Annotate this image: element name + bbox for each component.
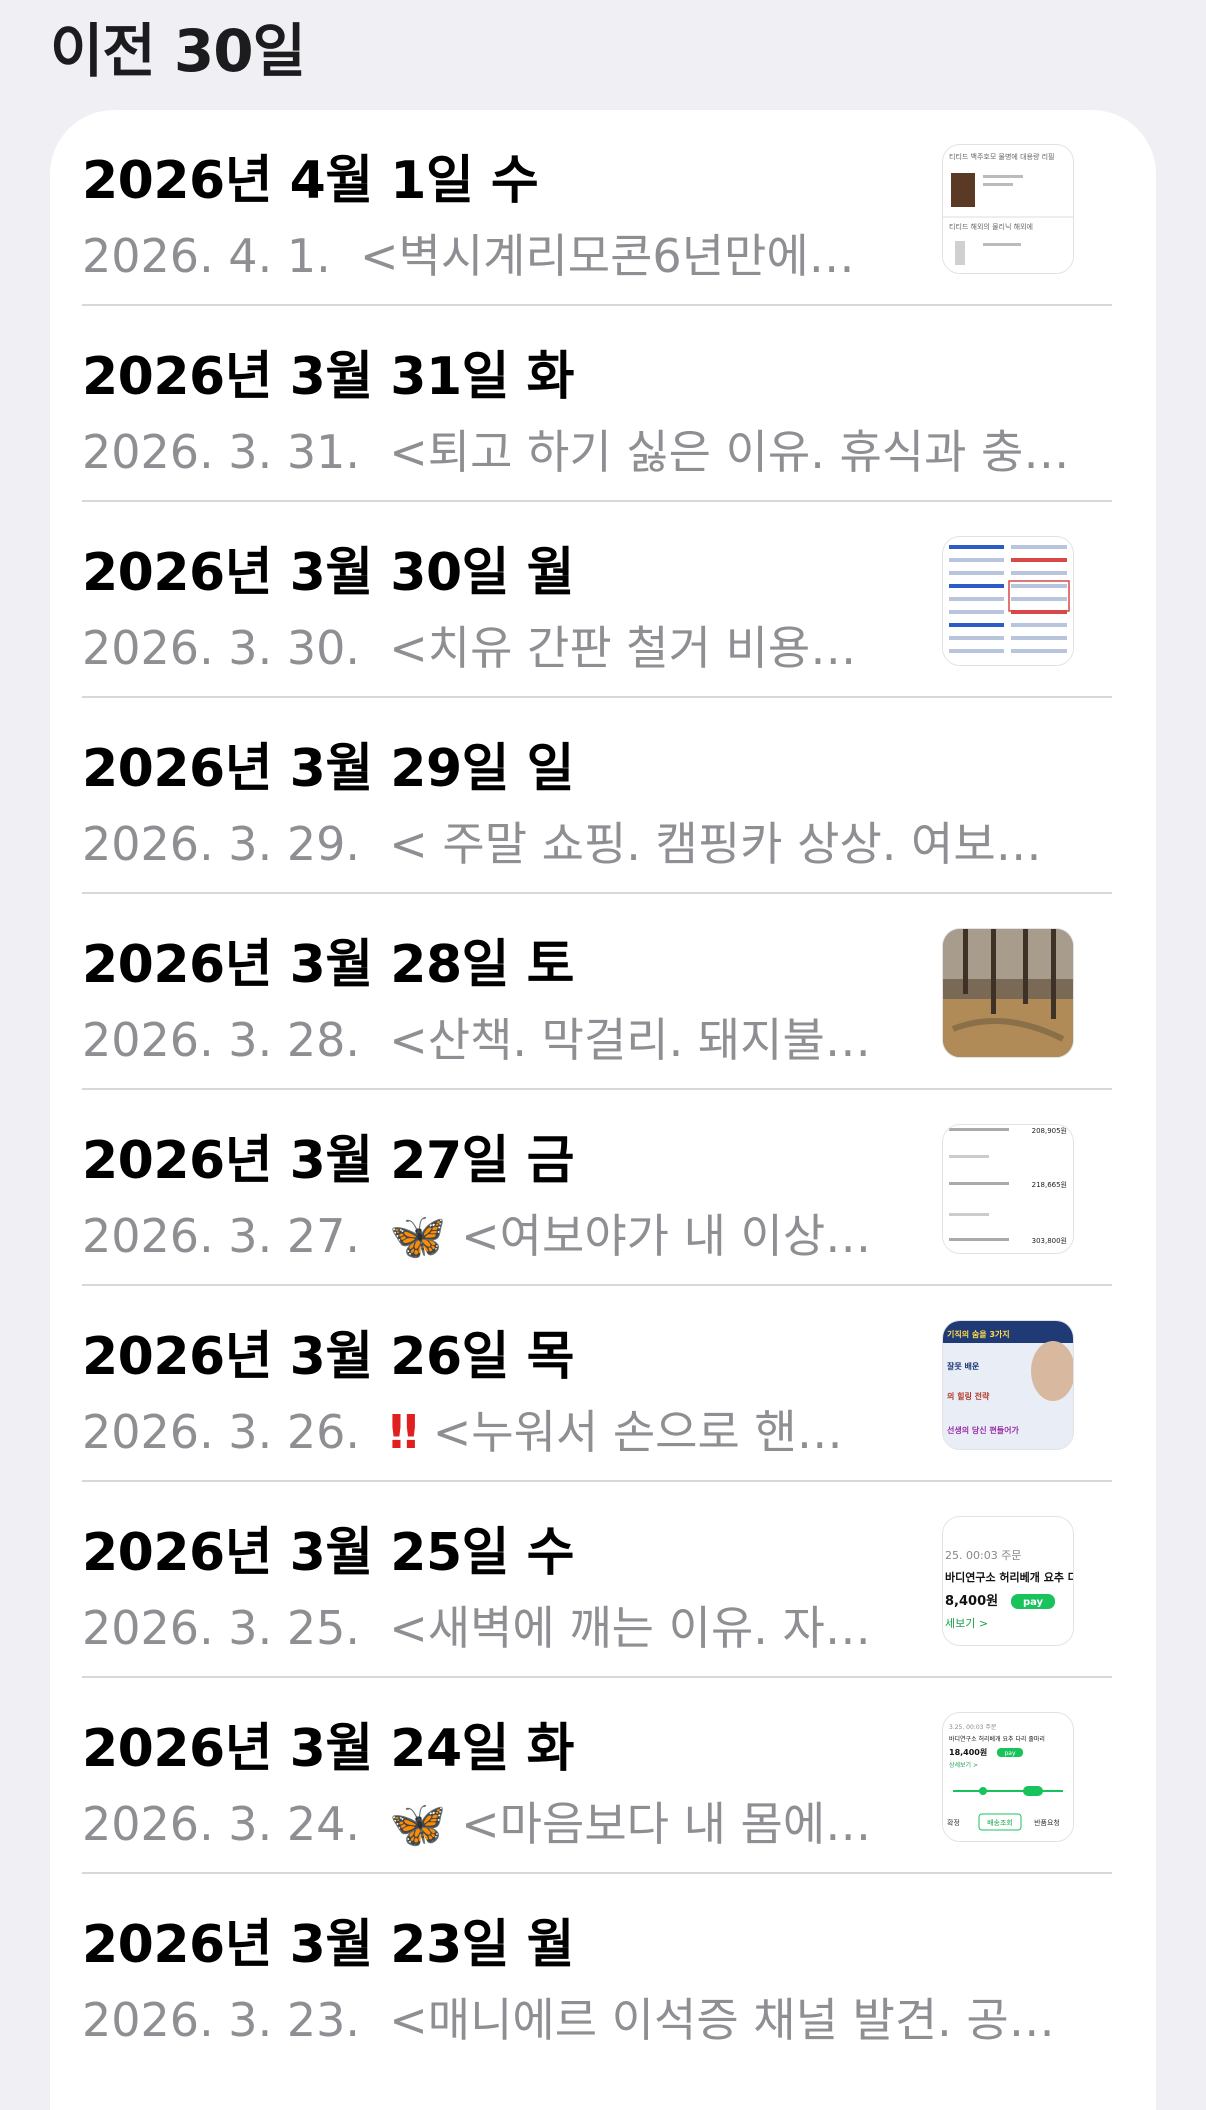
note-title: 2026년 3월 27일 금 [82, 1131, 574, 1191]
butterfly-icon: 🦋 [389, 1209, 447, 1263]
thumb-order-link: 세보기 > [945, 1617, 988, 1630]
note-date: 2026. 3. 25. [82, 1601, 360, 1655]
note-title: 2026년 3월 30일 월 [82, 543, 574, 603]
note-row[interactable]: 2026년 3월 29일 일 2026. 3. 29. < 주말 쇼핑. 캠핑카 … [82, 698, 1112, 894]
thumb-delivery-link: 상세보기 > [949, 1761, 978, 1769]
note-preview: <퇴고 하기 싫은 이유. 휴식과 충… [389, 425, 1070, 479]
note-row[interactable]: 2026년 3월 31일 화 2026. 3. 31. <퇴고 하기 싫은 이유.… [82, 306, 1112, 502]
note-thumbnail: 티티드 백주호모 물병에 대용량 리필티티드 해외의 물리닉 해외에 [942, 144, 1074, 274]
note-preview: <누워서 손으로 핸… [432, 1405, 843, 1459]
note-row[interactable]: 2026년 3월 26일 목 2026. 3. 26. ‼ <누워서 손으로 핸…… [82, 1286, 1112, 1482]
thumb-delivery-item: 바디연구소 허리베개 요추 다리 줄마리 [949, 1735, 1045, 1743]
note-subtitle: 2026. 4. 1. <벽시계리모콘6년만에… [82, 220, 882, 286]
double-exclamation-icon: ‼ [389, 1405, 419, 1459]
thumb-receipt-amount: 303,800원 [1032, 1236, 1067, 1245]
thumb-video-caption: 기직의 숨을 3가지 [947, 1329, 1010, 1339]
note-date: 2026. 3. 23. [82, 1993, 360, 2047]
butterfly-icon: 🦋 [389, 1797, 447, 1851]
note-row[interactable]: 2026년 4월 1일 수 2026. 4. 1. <벽시계리모콘6년만에… 티티드… [82, 110, 1112, 306]
note-thumbnail: 208,905원 218,665원 303,800원 [942, 1124, 1074, 1254]
note-preview: <새벽에 깨는 이유. 자… [389, 1601, 871, 1655]
thumb-delivery-price: 18,400원 [949, 1747, 987, 1757]
note-date: 2026. 3. 28. [82, 1013, 360, 1067]
note-date: 2026. 3. 27. [82, 1209, 360, 1263]
note-row[interactable]: 2026년 3월 24일 화 2026. 3. 24. 🦋 <마음보다 내 몸에…… [82, 1678, 1112, 1874]
note-subtitle: 2026. 3. 23. <매니에르 이석증 채널 발견. 공… [82, 1984, 1082, 2050]
note-title: 2026년 3월 25일 수 [82, 1523, 574, 1583]
note-preview: <여보야가 내 이상… [461, 1209, 872, 1263]
note-preview: <치유 간판 철거 비용… [389, 621, 857, 675]
note-subtitle: 2026. 3. 26. ‼ <누워서 손으로 핸… [82, 1396, 882, 1462]
note-thumbnail: 3.25. 00:03 주문바디연구소 허리베개 요추 다리 줄마리 18,400… [942, 1712, 1074, 1842]
thumb-doc-line: 티티드 백주호모 물병에 대용량 리필 [949, 152, 1055, 161]
note-preview: <벽시계리모콘6년만에… [359, 229, 855, 283]
note-date: 2026. 3. 24. [82, 1797, 360, 1851]
note-date: 2026. 4. 1. [82, 229, 331, 283]
note-preview: < 주말 쇼핑. 캠핑카 상상. 여보… [389, 817, 1042, 871]
note-row[interactable]: 2026년 3월 23일 월 2026. 3. 23. <매니에르 이석증 채널 … [82, 1874, 1112, 2070]
thumb-receipt-amount: 218,665원 [1032, 1180, 1067, 1189]
note-preview: <마음보다 내 몸에… [461, 1797, 872, 1851]
thumb-video-caption: 잘못 배운 [947, 1361, 980, 1371]
note-title: 2026년 3월 24일 화 [82, 1719, 574, 1779]
thumb-delivery-btn: 반품요청 [1034, 1818, 1060, 1827]
thumb-order-pay: pay [1023, 1597, 1044, 1608]
note-subtitle: 2026. 3. 25. <새벽에 깨는 이유. 자… [82, 1592, 882, 1658]
thumb-delivery-time: 3.25. 00:03 주문 [949, 1724, 997, 1731]
note-row[interactable]: 2026년 3월 30일 월 2026. 3. 30. <치유 간판 철거 비용… [82, 502, 1112, 698]
note-subtitle: 2026. 3. 24. 🦋 <마음보다 내 몸에… [82, 1788, 882, 1854]
note-title: 2026년 4월 1일 수 [82, 151, 539, 211]
note-preview: <매니에르 이석증 채널 발견. 공… [389, 1993, 1055, 2047]
note-thumbnail: 25. 00:03 주문바디연구소 허리베개 요추 다 8,400원 pay 세보기 … [942, 1516, 1074, 1646]
thumb-delivery-pay: pay [1004, 1750, 1015, 1757]
note-subtitle: 2026. 3. 31. <퇴고 하기 싫은 이유. 휴식과 충… [82, 416, 1082, 482]
thumb-delivery-btn: 배송조회 [987, 1818, 1013, 1827]
section-title: 이전 30일 [50, 17, 306, 85]
note-subtitle: 2026. 3. 28. <산책. 막걸리. 돼지불… [82, 1004, 882, 1070]
note-title: 2026년 3월 29일 일 [82, 739, 574, 799]
thumb-order-item: 바디연구소 허리베개 요추 다 [945, 1570, 1073, 1584]
note-title: 2026년 3월 26일 목 [82, 1327, 574, 1387]
note-subtitle: 2026. 3. 30. <치유 간판 철거 비용… [82, 612, 882, 678]
thumb-video-caption: 의 힐링 전략 [947, 1391, 990, 1401]
note-date: 2026. 3. 26. [82, 1405, 360, 1459]
note-date: 2026. 3. 29. [82, 817, 360, 871]
thumb-doc-line: 티티드 해외의 물리닉 해외에 [949, 222, 1033, 231]
note-title: 2026년 3월 31일 화 [82, 347, 574, 407]
note-title: 2026년 3월 23일 월 [82, 1915, 574, 1975]
note-row[interactable]: 2026년 3월 25일 수 2026. 3. 25. <새벽에 깨는 이유. 자… [82, 1482, 1112, 1678]
note-subtitle: 2026. 3. 27. 🦋 <여보야가 내 이상… [82, 1200, 882, 1266]
note-date: 2026. 3. 31. [82, 425, 360, 479]
thumb-video-caption: 선생의 당신 편들어가 [947, 1425, 1019, 1435]
note-thumbnail [942, 928, 1074, 1058]
thumb-delivery-tag: 확정 [947, 1818, 960, 1827]
note-subtitle: 2026. 3. 29. < 주말 쇼핑. 캠핑카 상상. 여보… [82, 808, 1082, 874]
thumb-order-time: 25. 00:03 주문 [945, 1549, 1021, 1562]
note-preview: <산책. 막걸리. 돼지불… [389, 1013, 871, 1067]
thumb-order-price: 8,400원 [945, 1594, 998, 1609]
thumb-receipt-amount: 208,905원 [1032, 1126, 1067, 1135]
note-row[interactable]: 2026년 3월 28일 토 2026. 3. 28. <산책. 막걸리. 돼지불… [82, 894, 1112, 1090]
note-date: 2026. 3. 30. [82, 621, 360, 675]
note-thumbnail [942, 536, 1074, 666]
note-thumbnail: 기직의 숨을 3가지잘못 배운의 힐링 전략선생의 당신 편들어가 [942, 1320, 1074, 1450]
note-row[interactable]: 2026년 3월 27일 금 2026. 3. 27. 🦋 <여보야가 내 이상…… [82, 1090, 1112, 1286]
note-title: 2026년 3월 28일 토 [82, 935, 574, 995]
